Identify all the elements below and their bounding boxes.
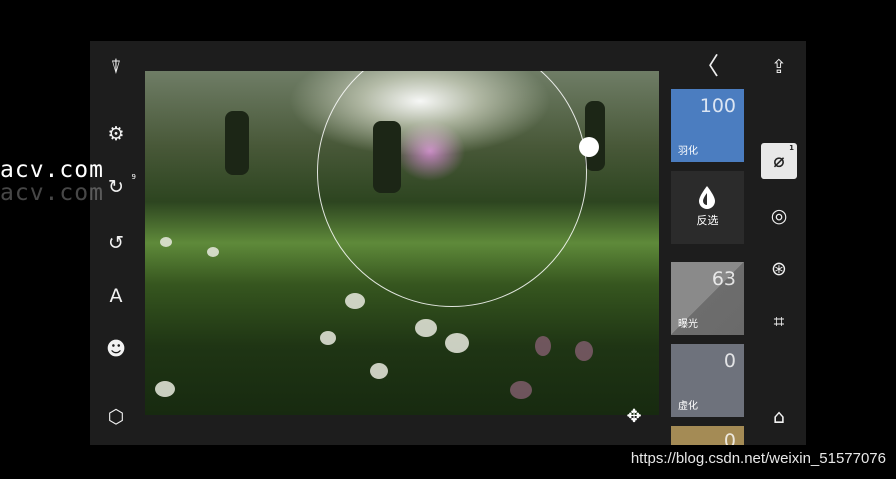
blur-value: 0 xyxy=(723,350,736,372)
tree-trunk xyxy=(373,121,401,193)
export-icon[interactable]: ⇪ xyxy=(766,54,792,80)
blur-label: 虚化 xyxy=(678,401,698,412)
brush-icon[interactable]: ⍒ xyxy=(104,55,128,79)
mask-badge: 1 xyxy=(789,144,794,152)
tree-trunk xyxy=(585,101,605,171)
tree-trunk xyxy=(225,111,249,175)
partial-value: 0 xyxy=(723,430,736,445)
source-url-watermark: https://blog.csdn.net/weixin_51577076 xyxy=(630,450,886,467)
radial-filter-icon[interactable]: ◎ xyxy=(766,203,792,229)
watermark-ghost-text: acv.com xyxy=(0,180,104,206)
radial-mask-ring[interactable] xyxy=(317,71,587,307)
flower xyxy=(415,319,437,337)
watermark-text: acv.com xyxy=(0,157,104,183)
feather-label: 羽化 xyxy=(678,146,698,157)
reshape-icon[interactable]: ↻ 9 xyxy=(104,173,136,199)
water-drop-icon xyxy=(699,186,715,209)
flower xyxy=(207,247,219,257)
flower xyxy=(320,331,336,345)
feather-panel[interactable]: 100 羽化 xyxy=(671,89,744,162)
flower xyxy=(575,341,593,361)
partial-panel[interactable]: 0 xyxy=(671,426,744,445)
ring-resize-handle[interactable] xyxy=(579,137,599,157)
feather-value: 100 xyxy=(699,95,736,117)
reshape-glyph: ↻ xyxy=(108,176,124,198)
photo-canvas[interactable] xyxy=(145,71,659,415)
flower xyxy=(345,293,365,309)
gear-icon[interactable]: ⚙ xyxy=(104,122,128,146)
flower xyxy=(155,381,175,397)
exposure-value: 63 xyxy=(711,268,736,290)
flower xyxy=(160,237,172,247)
crop-icon[interactable]: ⌗ xyxy=(766,309,792,335)
move-icon[interactable]: ✥ xyxy=(622,404,646,428)
editor-app: ⍒ ⚙ ↻ 9 ↺ A ☻ ⬡ 〈 ✥ 100 羽化 反选 63 曝光 0 虚化… xyxy=(90,41,806,445)
exposure-panel[interactable]: 63 曝光 xyxy=(671,262,744,335)
text-icon[interactable]: A xyxy=(104,284,128,308)
face-icon[interactable]: ☻ xyxy=(104,337,128,361)
rotate-icon[interactable]: ↺ xyxy=(104,231,128,255)
flower xyxy=(510,381,532,399)
mask-icon[interactable]: ⌀ 1 xyxy=(761,143,797,179)
flower xyxy=(370,363,388,379)
bag-icon[interactable]: ⌂ xyxy=(766,404,792,430)
mask-glyph: ⌀ xyxy=(773,150,785,172)
hexagon-icon[interactable]: ⬡ xyxy=(104,405,128,429)
blur-panel[interactable]: 0 虚化 xyxy=(671,344,744,417)
flower xyxy=(535,336,551,356)
invert-panel[interactable]: 反选 xyxy=(671,171,744,244)
flower xyxy=(445,333,469,353)
back-chevron-icon[interactable]: 〈 xyxy=(695,51,719,80)
color-mix-icon[interactable]: ⊛ xyxy=(766,256,792,282)
invert-label: 反选 xyxy=(696,214,719,227)
exposure-label: 曝光 xyxy=(678,319,698,330)
reshape-badge: 9 xyxy=(131,173,136,181)
